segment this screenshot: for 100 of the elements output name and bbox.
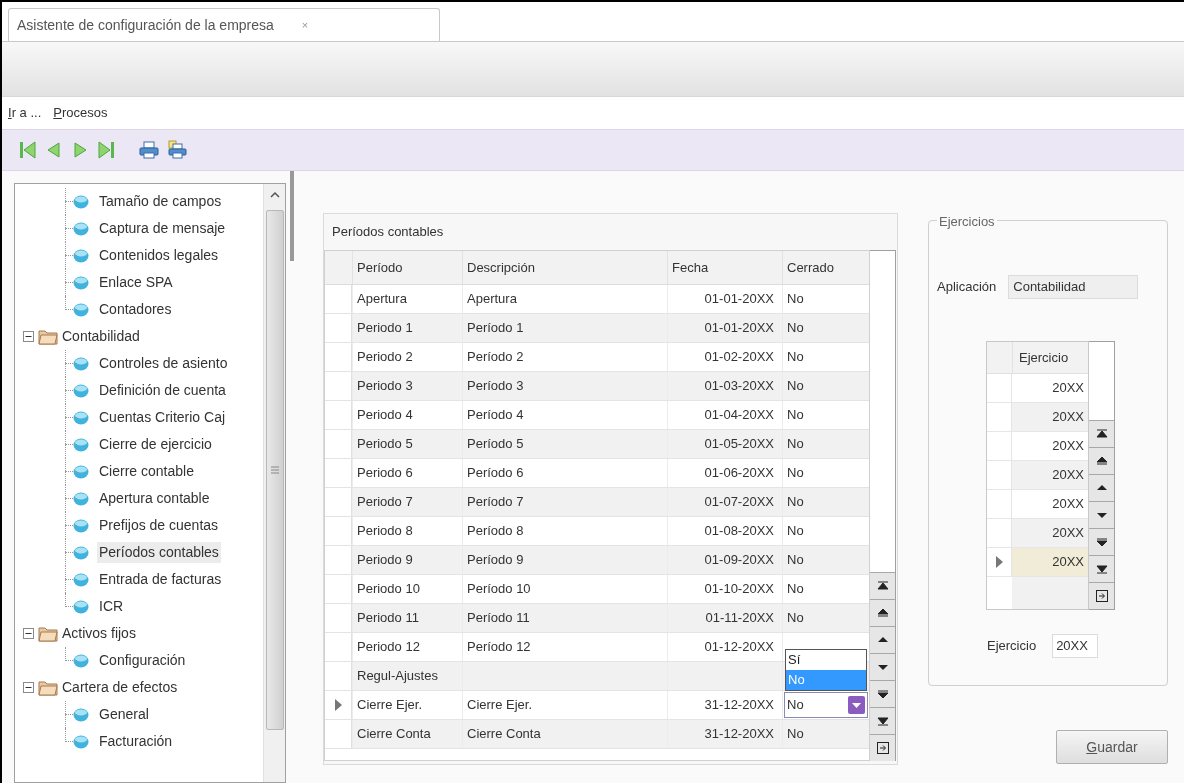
table-cell-text: Periodo 7 (357, 493, 413, 512)
first-page-icon (1094, 427, 1109, 441)
table-row[interactable]: Periodo 2 Período 2 01-02-20XX No (325, 343, 869, 372)
tree-item[interactable]: Controles de asiento (97, 353, 230, 374)
go-to-button[interactable] (1089, 582, 1114, 609)
sphere-icon (73, 599, 89, 614)
table-cell[interactable]: 20XX (1012, 461, 1088, 489)
go-to-button[interactable] (870, 734, 895, 761)
tree-item[interactable]: General (97, 704, 151, 725)
table-row[interactable]: Periodo 5 Período 5 01-05-20XX No (325, 430, 869, 459)
table-row[interactable]: Periodo 7 Período 7 01-07-20XX No (325, 488, 869, 517)
sphere-icon (73, 437, 89, 452)
table-cell-text: Período 11 (467, 609, 530, 628)
table-cell[interactable]: 20XX (1012, 403, 1088, 431)
collapse-icon[interactable] (23, 628, 34, 639)
tree-folder[interactable]: Contabilidad (62, 326, 140, 347)
tree-item[interactable]: Entrada de facturas (97, 569, 224, 590)
first-page-button[interactable] (1089, 420, 1114, 447)
first-page-button[interactable] (870, 572, 895, 599)
tree-item[interactable]: Cuentas Criterio Caj (97, 407, 228, 428)
tree-item[interactable]: Definición de cuenta (97, 380, 228, 401)
tree-item[interactable]: Períodos contables (97, 542, 221, 563)
table-row[interactable]: Periodo 3 Período 3 01-03-20XX No (325, 372, 869, 401)
menu-item[interactable]: Procesos (53, 103, 108, 123)
table-cell-text: Periodo 11 (357, 609, 419, 628)
grip-icon (270, 466, 279, 474)
tree-item[interactable]: Enlace SPA (97, 272, 175, 293)
tree-item[interactable]: Cierre contable (97, 461, 196, 482)
printer-icon[interactable] (138, 140, 160, 160)
table-cell-text: 01-06-20XX (704, 464, 774, 483)
table-cell-text: Período 1 (467, 319, 524, 338)
tree-item[interactable]: Cierre de ejercicio (97, 434, 214, 455)
table-cell-text: 01-03-20XX (704, 377, 774, 396)
tree-item[interactable]: Captura de mensaje (97, 218, 228, 239)
go-to-icon (875, 741, 890, 755)
scroll-down-button[interactable] (1089, 501, 1114, 528)
table-cell-text: No (787, 406, 804, 425)
tree-item[interactable]: Facturación (97, 731, 175, 752)
tree-item[interactable]: Tamaño de campos (97, 191, 224, 212)
window-tab[interactable]: Asistente de configuración de la empresa × (8, 8, 440, 41)
tree-item[interactable]: Prefijos de cuentas (97, 515, 221, 536)
table-cell-text: No (787, 435, 804, 454)
printer-icon[interactable] (166, 140, 188, 160)
column-header[interactable]: Cerrado (782, 251, 869, 284)
table-cell-text: 31-12-20XX (704, 696, 774, 715)
last-page-button[interactable] (1089, 555, 1114, 582)
tree-folder[interactable]: Cartera de efectos (62, 677, 178, 698)
table-cell[interactable]: 20XX (1012, 548, 1088, 576)
menu-item[interactable]: Ir a ... (8, 103, 42, 123)
table-cell-text: Período 3 (467, 377, 524, 396)
save-button[interactable]: Guardar (1056, 730, 1168, 764)
tree-item[interactable]: ICR (97, 596, 126, 617)
table-cell-text: 01-11-20XX (705, 609, 774, 628)
page-up-button[interactable] (870, 599, 895, 626)
table-row[interactable]: Cierre Conta Cierre Conta 31-12-20XX No (325, 720, 869, 749)
tree-item[interactable]: Contenidos legales (97, 245, 221, 266)
table-cell-text: 01-08-20XX (704, 522, 774, 541)
tree-item[interactable]: Configuración (97, 650, 188, 671)
tree-folder[interactable]: Activos fijos (62, 623, 136, 644)
dropdown-list[interactable]: Sí No (785, 649, 867, 691)
column-header[interactable]: Período (352, 251, 462, 284)
last-page-button[interactable] (870, 707, 895, 734)
scrollbar[interactable] (263, 184, 285, 782)
sphere-icon (73, 356, 89, 371)
table-cell-text: Cierre Ejer. (357, 696, 423, 715)
page-down-button[interactable] (1089, 528, 1114, 555)
collapse-icon[interactable] (23, 682, 34, 693)
table-cell-text: Período 6 (467, 464, 524, 483)
tree-item[interactable]: Apertura contable (97, 488, 212, 509)
table-cell-text: 01-07-20XX (704, 493, 774, 512)
table-row[interactable]: Periodo 9 Período 9 01-09-20XX No (325, 546, 869, 575)
scroll-down-button[interactable] (870, 653, 895, 680)
table-cell-text: Periodo 5 (357, 435, 413, 454)
table-row[interactable]: Periodo 10 Período 10 01-10-20XX No (325, 575, 869, 604)
table-cell-text: Cierre Ejer. (467, 696, 533, 715)
year-field[interactable]: 20XX (1052, 634, 1099, 658)
dropdown-field[interactable]: No (784, 692, 868, 718)
table-cell[interactable]: 20XX (1012, 519, 1088, 547)
column-header[interactable]: Fecha (667, 251, 782, 284)
page-down-button[interactable] (870, 680, 895, 707)
table-row[interactable]: Periodo 8 Período 8 01-08-20XX No (325, 517, 869, 546)
table-row[interactable]: Periodo 6 Período 6 01-06-20XX No (325, 459, 869, 488)
table-row[interactable]: Apertura Apertura 01-01-20XX No (325, 285, 869, 314)
collapse-icon[interactable] (23, 331, 34, 342)
table-cell-text: Periodo 10 (357, 580, 420, 599)
scroll-up-button[interactable] (870, 626, 895, 653)
column-header[interactable]: Descripción (462, 251, 667, 284)
page-up-icon (1094, 454, 1109, 468)
tree-item[interactable]: Contadores (97, 299, 174, 320)
table-row[interactable]: Periodo 1 Período 1 01-01-20XX No (325, 314, 869, 343)
page-down-icon (875, 687, 890, 701)
scrollbar-thumb[interactable] (265, 210, 284, 730)
table-cell-text: No (787, 464, 804, 483)
page-up-button[interactable] (1089, 447, 1114, 474)
table-cell-text: Cierre Conta (467, 725, 541, 744)
table-cell-text: Periodo 1 (357, 319, 413, 338)
table-row[interactable]: Periodo 4 Período 4 01-04-20XX No (325, 401, 869, 430)
table-row[interactable]: Periodo 11 Período 11 01-11-20XX No (325, 604, 869, 633)
scroll-up-button[interactable] (1089, 474, 1114, 501)
table-cell-text: Regul-Ajustes (357, 667, 438, 686)
